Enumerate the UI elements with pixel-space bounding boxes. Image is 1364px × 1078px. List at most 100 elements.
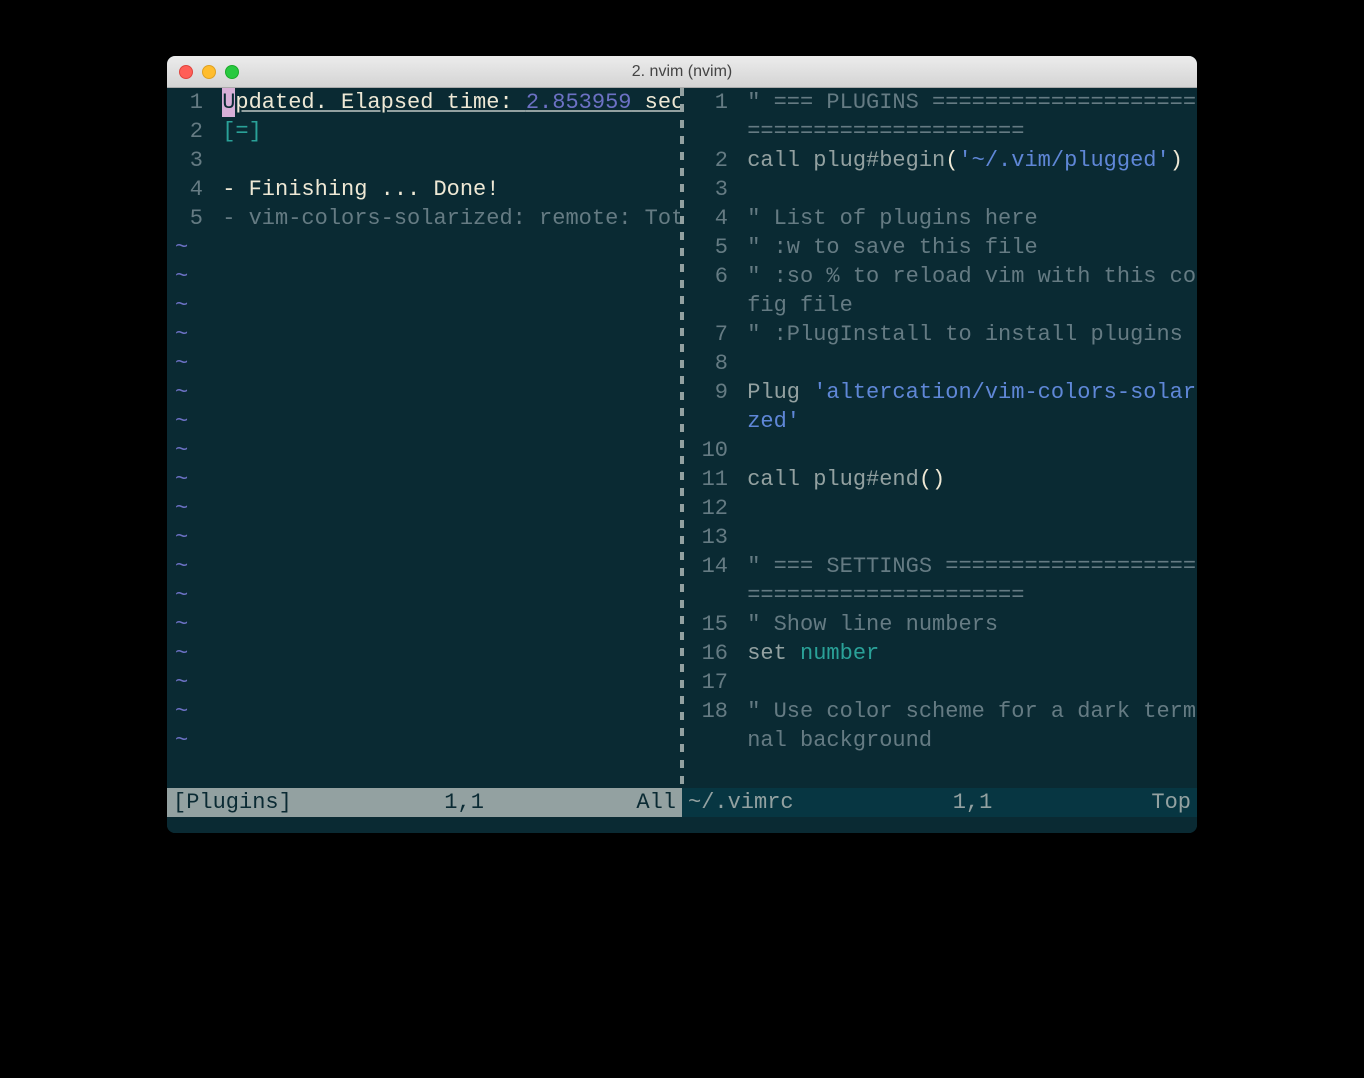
tilde-icon: ~: [167, 262, 188, 291]
left-pane-plugins[interactable]: 1 Updated. Elapsed time: 2.853959 sec.2 …: [167, 88, 680, 788]
line-number: 9: [684, 378, 734, 407]
line-number: 7: [684, 320, 734, 349]
tilde-icon: ~: [167, 407, 188, 436]
code-text: " :PlugInstall to install plugins: [747, 320, 1183, 349]
tilde-icon: ~: [167, 494, 188, 523]
tilde-icon: ~: [167, 233, 188, 262]
code-line[interactable]: zed': [684, 407, 1197, 436]
line-number: [684, 291, 734, 320]
code-line[interactable]: 4 - Finishing ... Done!: [167, 175, 680, 204]
code-text: number: [800, 639, 879, 668]
tilde-icon: ~: [167, 639, 188, 668]
line-number: 4: [684, 204, 734, 233]
code-line[interactable]: 2 call plug#begin('~/.vim/plugged'): [684, 146, 1197, 175]
close-icon[interactable]: [179, 65, 193, 79]
line-number: 13: [684, 523, 734, 552]
empty-line-tilde: ~: [167, 320, 680, 349]
code-text: sec.: [631, 88, 680, 117]
empty-line-tilde: ~: [167, 378, 680, 407]
minimize-icon[interactable]: [202, 65, 216, 79]
code-line[interactable]: 17: [684, 668, 1197, 697]
code-text: 'altercation/vim-colors-solari: [813, 378, 1197, 407]
tilde-icon: ~: [167, 291, 188, 320]
statusline-inactive: ~/.vimrc 1,1 Top: [682, 788, 1197, 817]
code-text: " Use color scheme for a dark termi: [747, 697, 1197, 726]
zoom-icon[interactable]: [225, 65, 239, 79]
code-line[interactable]: =====================: [684, 581, 1197, 610]
code-line[interactable]: 2 [=]: [167, 117, 680, 146]
code-text: =====================: [747, 117, 1024, 146]
empty-line-tilde: ~: [167, 465, 680, 494]
line-number: 11: [684, 465, 734, 494]
code-line[interactable]: fig file: [684, 291, 1197, 320]
code-text: " List of plugins here: [747, 204, 1037, 233]
code-text: call plug#end: [747, 465, 919, 494]
scroll-indicator: All: [636, 788, 676, 817]
tilde-icon: ~: [167, 436, 188, 465]
buffer-name: ~/.vimrc: [688, 788, 794, 817]
code-line[interactable]: 12: [684, 494, 1197, 523]
line-number: 15: [684, 610, 734, 639]
code-text: nal background: [747, 726, 932, 755]
tilde-icon: ~: [167, 523, 188, 552]
line-number: 1: [684, 88, 734, 117]
titlebar[interactable]: 2. nvim (nvim): [167, 56, 1197, 88]
code-line[interactable]: 8: [684, 349, 1197, 378]
code-line[interactable]: nal background: [684, 726, 1197, 755]
code-line[interactable]: 9 Plug 'altercation/vim-colors-solari: [684, 378, 1197, 407]
empty-line-tilde: ~: [167, 233, 680, 262]
line-number: 3: [167, 146, 209, 175]
code-text: " === SETTINGS ======================: [747, 552, 1197, 581]
code-line[interactable]: 14 " === SETTINGS ======================: [684, 552, 1197, 581]
tilde-icon: ~: [167, 465, 188, 494]
empty-line-tilde: ~: [167, 291, 680, 320]
code-line[interactable]: 3: [167, 146, 680, 175]
line-number: [684, 581, 734, 610]
empty-line-tilde: ~: [167, 552, 680, 581]
tilde-icon: ~: [167, 581, 188, 610]
code-text: ): [1170, 146, 1183, 175]
terminal-window: 2. nvim (nvim) 1 Updated. Elapsed time: …: [167, 56, 1197, 833]
code-text: '~/.vim/plugged': [958, 146, 1169, 175]
cursor-position: 1,1: [953, 788, 993, 817]
code-text: call plug#begin: [747, 146, 945, 175]
code-line[interactable]: 6 " :so % to reload vim with this con: [684, 262, 1197, 291]
code-line[interactable]: 11 call plug#end(): [684, 465, 1197, 494]
code-text: set: [747, 639, 800, 668]
line-number: 17: [684, 668, 734, 697]
code-line[interactable]: 7 " :PlugInstall to install plugins: [684, 320, 1197, 349]
code-line[interactable]: 1 " === PLUGINS =======================: [684, 88, 1197, 117]
line-number: 3: [684, 175, 734, 204]
tilde-icon: ~: [167, 697, 188, 726]
code-line[interactable]: 18 " Use color scheme for a dark termi: [684, 697, 1197, 726]
code-text: zed': [747, 407, 800, 436]
code-line[interactable]: =====================: [684, 117, 1197, 146]
statusline-active: [Plugins] 1,1 All: [167, 788, 682, 817]
traffic-lights: [167, 65, 239, 79]
right-pane-vimrc[interactable]: 1 " === PLUGINS ======================= …: [684, 88, 1197, 788]
code-text: " === PLUGINS =======================: [747, 88, 1197, 117]
code-text: U: [222, 88, 235, 117]
tilde-icon: ~: [167, 668, 188, 697]
line-number: 4: [167, 175, 209, 204]
empty-line-tilde: ~: [167, 523, 680, 552]
buffer-name: [Plugins]: [173, 788, 292, 817]
code-text: " :so % to reload vim with this con: [747, 262, 1197, 291]
code-line[interactable]: 5 - vim-colors-solarized: remote: Tota: [167, 204, 680, 233]
code-line[interactable]: 10: [684, 436, 1197, 465]
code-text: [=]: [222, 117, 262, 146]
code-line[interactable]: 13: [684, 523, 1197, 552]
code-line[interactable]: 4 " List of plugins here: [684, 204, 1197, 233]
tilde-icon: ~: [167, 552, 188, 581]
tilde-icon: ~: [167, 610, 188, 639]
empty-line-tilde: ~: [167, 349, 680, 378]
code-line[interactable]: 15 " Show line numbers: [684, 610, 1197, 639]
code-text: " Show line numbers: [747, 610, 998, 639]
bottom-padding: [167, 817, 1197, 833]
code-line[interactable]: 1 Updated. Elapsed time: 2.853959 sec.: [167, 88, 680, 117]
code-line[interactable]: 3: [684, 175, 1197, 204]
line-number: 2: [167, 117, 209, 146]
code-line[interactable]: 16 set number: [684, 639, 1197, 668]
code-line[interactable]: 5 " :w to save this file: [684, 233, 1197, 262]
code-text: Plug: [747, 378, 813, 407]
